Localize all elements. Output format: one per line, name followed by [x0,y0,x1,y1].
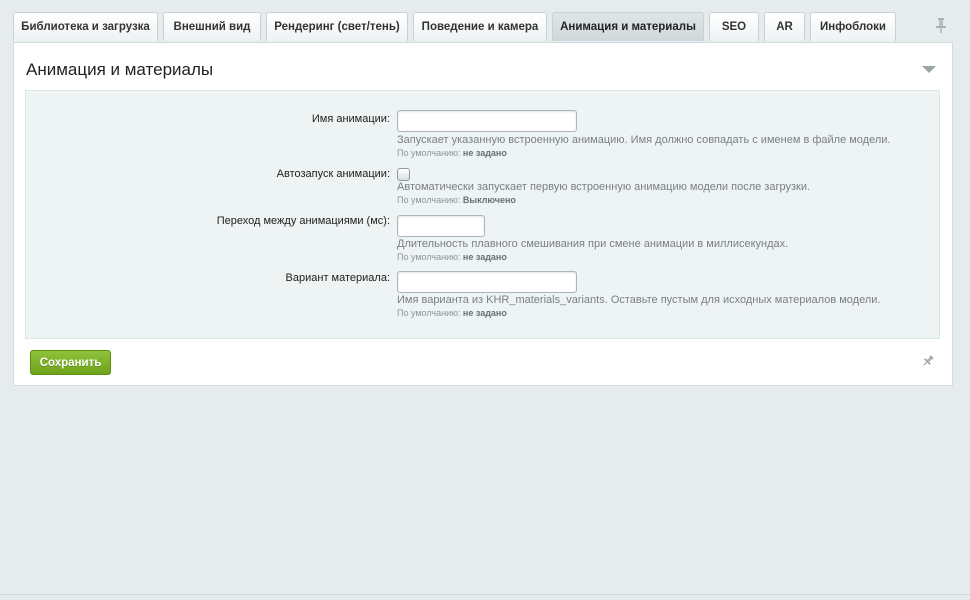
tab-bar: Библиотека и загрузка Внешний вид Рендер… [13,12,970,42]
field-hint: Имя варианта из KHR_materials_variants. … [397,294,881,306]
tab-seo[interactable]: SEO [709,12,759,41]
field-default: По умолчанию: Выключено [397,195,516,205]
pin-icon[interactable] [922,355,934,367]
pin-icon[interactable] [934,17,948,33]
tab-rendering[interactable]: Рендеринг (свет/тень) [266,12,408,41]
tab-appearance[interactable]: Внешний вид [163,12,261,41]
field-default: По умолчанию: не задано [397,148,507,158]
field-default: По умолчанию: не задано [397,308,507,318]
autoplay-checkbox[interactable] [397,168,410,181]
field-label: Переход между анимациями (мс): [216,215,390,227]
animation-name-input[interactable] [397,110,577,132]
field-label: Автозапуск анимации: [276,168,390,180]
field-hint: Автоматически запускает первую встроенну… [397,181,811,193]
field-label: Имя анимации: [311,113,390,125]
form-box: Имя анимации: Запускает указанную встрое… [25,90,940,339]
tab-ar[interactable]: AR [764,12,805,41]
crossfade-ms-input[interactable] [397,215,485,237]
field-hint: Запускает указанную встроенную анимацию.… [397,134,891,146]
material-variant-input[interactable] [397,271,577,293]
tab-infoblocks[interactable]: Инфоблоки [810,12,896,41]
field-hint: Длительность плавного смешивания при сме… [397,238,789,250]
bottom-divider [0,594,970,595]
tab-animation-materials[interactable]: Анимация и материалы [552,12,704,41]
panel-title: Анимация и материалы [26,60,214,79]
chevron-down-icon[interactable] [922,66,936,73]
tab-library-upload[interactable]: Библиотека и загрузка [13,12,158,41]
field-default: По умолчанию: не задано [397,252,507,262]
tab-behavior-camera[interactable]: Поведение и камера [413,12,547,41]
save-button[interactable]: Сохранить [30,350,111,375]
field-label: Вариант материала: [285,272,390,284]
settings-panel: Анимация и материалы Имя анимации: Запус… [13,42,953,386]
